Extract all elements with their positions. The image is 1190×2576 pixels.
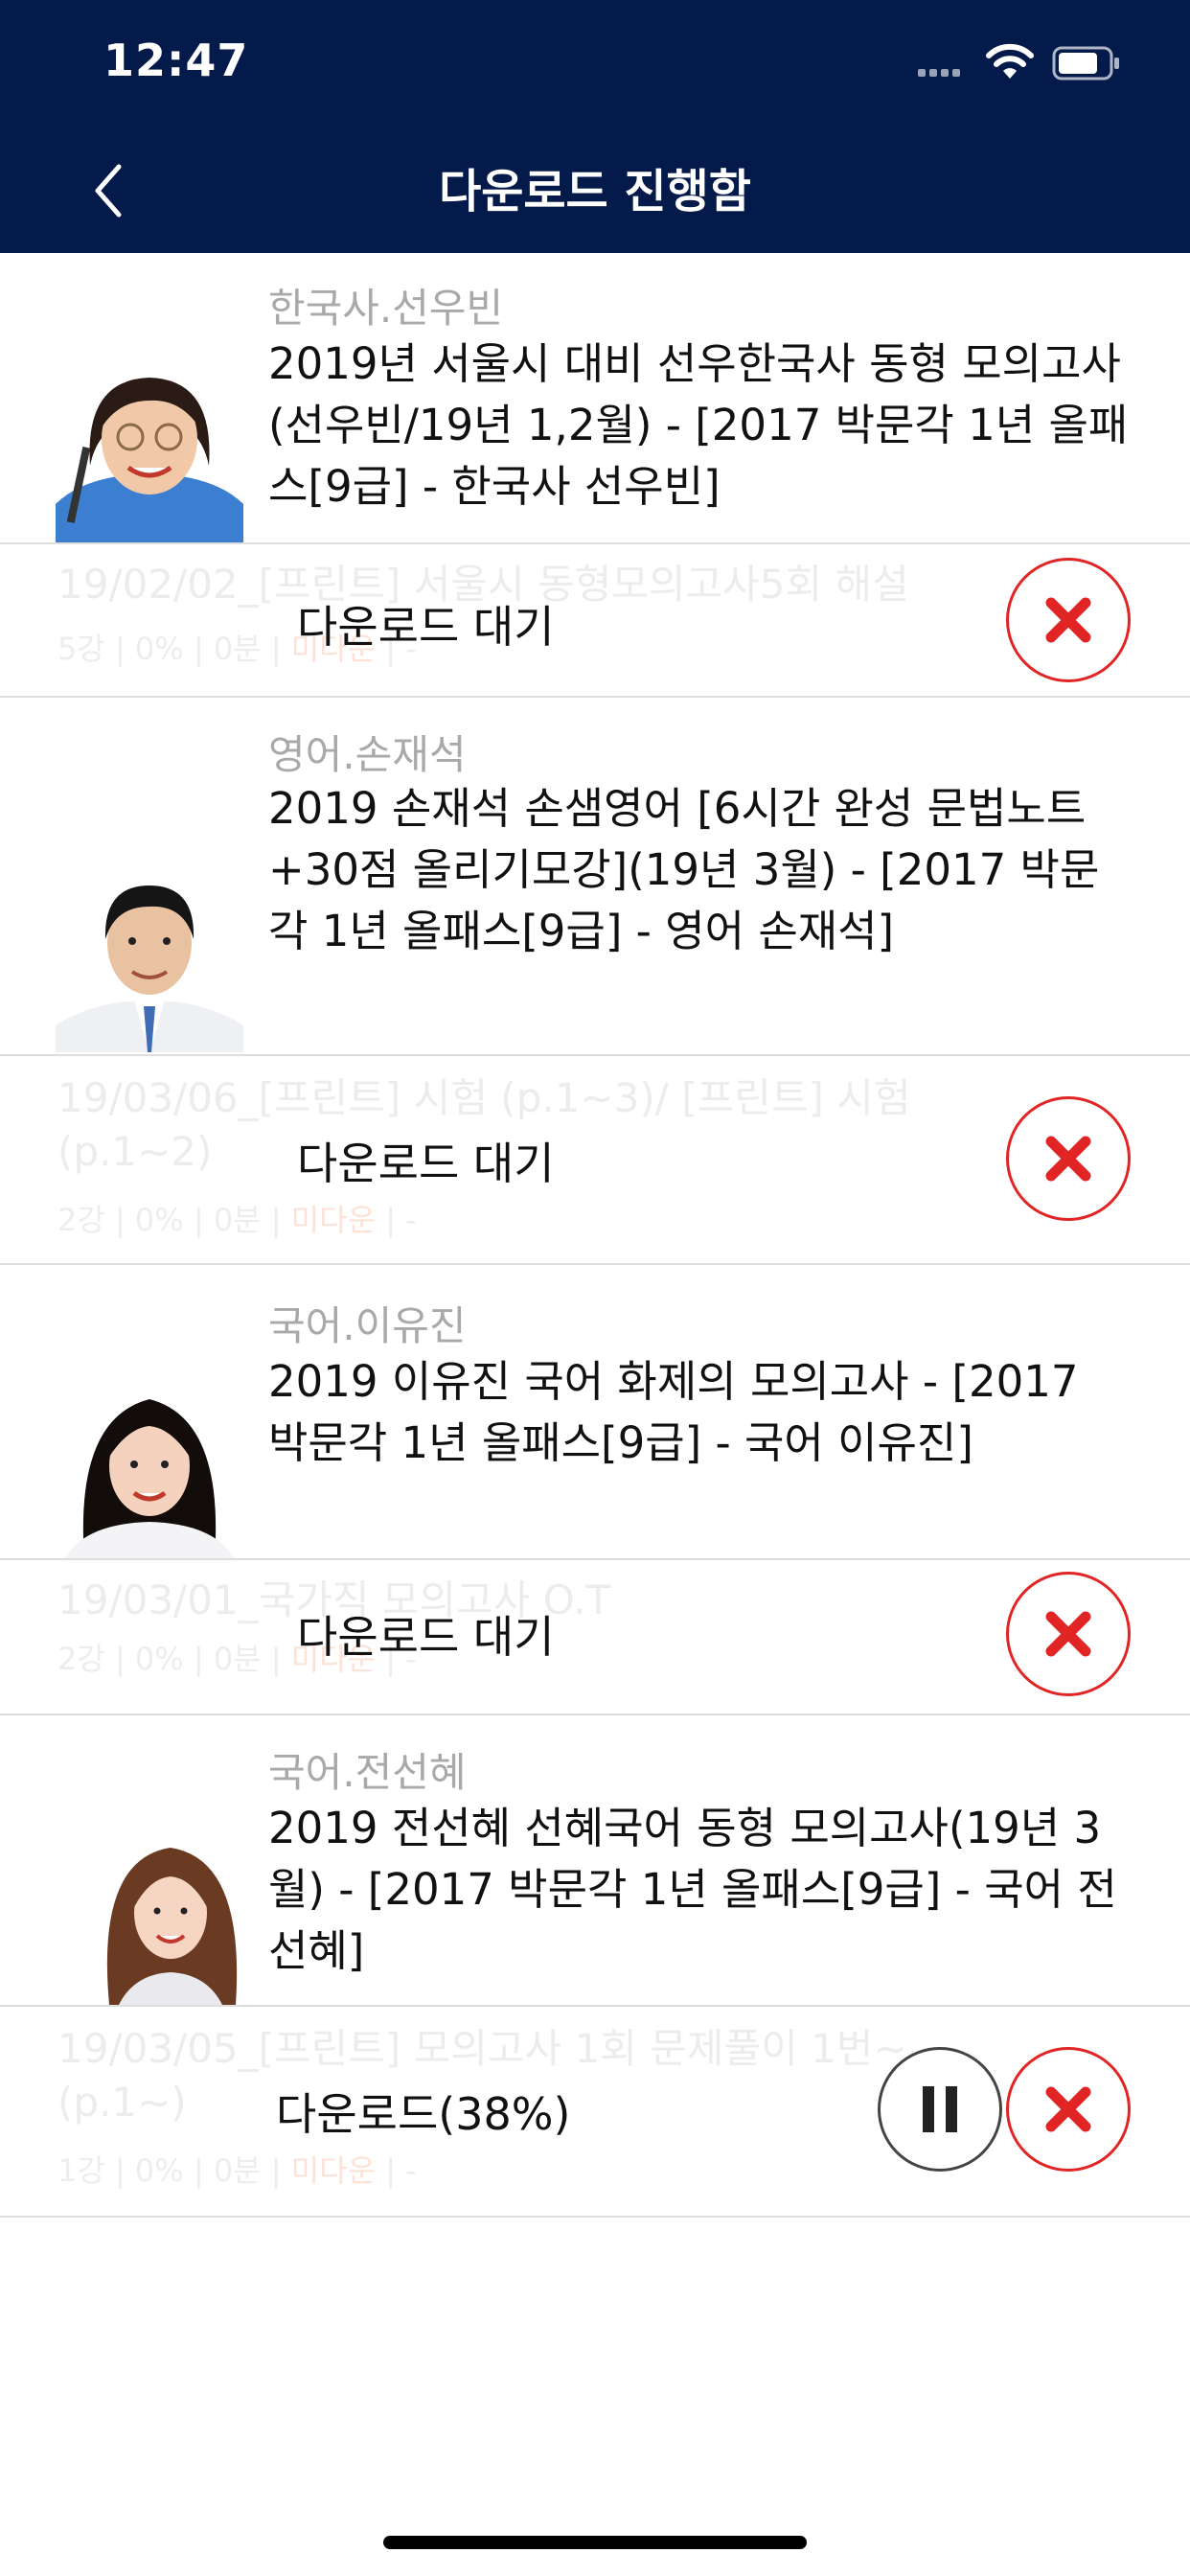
teacher-avatar bbox=[56, 1361, 243, 1558]
download-item: 19/03/01_국가직 모의고사 O.T 2강 | 0% | 0분 | 미다운… bbox=[0, 1558, 1190, 1714]
download-status: 다운로드 대기 bbox=[297, 1138, 555, 1189]
cancel-download-button[interactable] bbox=[1006, 2047, 1131, 2172]
lesson-download-state: 미다운 bbox=[290, 2152, 377, 2189]
close-icon bbox=[1045, 2086, 1091, 2132]
teacher-avatar bbox=[56, 351, 243, 542]
navigation-header: 12:47 다운로드 진행함 bbox=[0, 0, 1190, 253]
lesson-meta: 2강 | 0% | 0분 | 미다운 | - bbox=[57, 1196, 417, 1240]
lecture-header: 국어.이유진 2019 이유진 국어 화제의 모의고사 - [2017 박문각 … bbox=[0, 1265, 1190, 1558]
cancel-download-button[interactable] bbox=[1006, 1572, 1131, 1696]
lesson-meta-tail: | - bbox=[376, 2152, 417, 2189]
lesson-meta-info: 1강 | 0% | 0분 | bbox=[57, 2152, 291, 2189]
cancel-download-button[interactable] bbox=[1006, 558, 1131, 682]
page-title: 다운로드 진행함 bbox=[439, 165, 751, 218]
download-list: 한국사.선우빈 2019년 서울시 대비 선우한국사 동형 모의고사(선우빈/1… bbox=[0, 253, 1190, 2218]
cellular-signal-icon bbox=[918, 69, 972, 80]
lecture-group: 국어.이유진 2019 이유진 국어 화제의 모의고사 - [2017 박문각 … bbox=[0, 1263, 1190, 1714]
download-item: 19/03/05_[프린트] 모의고사 1회 문제풀이 1번~ (p.1~) 1… bbox=[0, 2005, 1190, 2218]
pause-icon bbox=[923, 2086, 957, 2132]
lecture-group: 영어.손재석 2019 손재석 손샘영어 [6시간 완성 문법노트+30점 올리… bbox=[0, 696, 1190, 1263]
cancel-download-button[interactable] bbox=[1006, 1096, 1131, 1221]
wifi-icon bbox=[986, 43, 1034, 79]
download-item: 19/03/06_[프린트] 시험 (p.1~3)/ [프린트] 시험 (p.1… bbox=[0, 1054, 1190, 1263]
teacher-avatar bbox=[96, 1821, 243, 2005]
status-time: 12:47 bbox=[103, 34, 249, 86]
teacher-name: 한국사.선우빈 bbox=[268, 285, 504, 332]
close-icon bbox=[1045, 1611, 1091, 1657]
lesson-meta-info: 2강 | 0% | 0분 | bbox=[57, 1202, 291, 1238]
lecture-group: 국어.전선혜 2019 전선혜 선혜국어 동형 모의고사(19년 3월) - [… bbox=[0, 1714, 1190, 2218]
lecture-header: 국어.전선혜 2019 전선혜 선혜국어 동형 모의고사(19년 3월) - [… bbox=[0, 1715, 1190, 2005]
home-indicator[interactable] bbox=[383, 2536, 807, 2549]
lesson-meta-info: 5강 | 0% | 0분 | bbox=[57, 631, 291, 667]
lecture-group: 한국사.선우빈 2019년 서울시 대비 선우한국사 동형 모의고사(선우빈/1… bbox=[0, 253, 1190, 696]
lesson-meta: 1강 | 0% | 0분 | 미다운 | - bbox=[57, 2147, 417, 2191]
course-title[interactable]: 2019 손재석 손샘영어 [6시간 완성 문법노트+30점 올리기모강](19… bbox=[268, 778, 1131, 962]
teacher-name: 국어.전선혜 bbox=[268, 1749, 467, 1796]
teacher-name: 영어.손재석 bbox=[268, 731, 467, 778]
lesson-download-state: 미다운 bbox=[290, 1202, 377, 1238]
lesson-meta-tail: | - bbox=[376, 1202, 417, 1238]
close-icon bbox=[1045, 1136, 1091, 1182]
lesson-meta-info: 2강 | 0% | 0분 | bbox=[57, 1641, 291, 1677]
download-status: 다운로드 대기 bbox=[297, 1611, 555, 1663]
close-icon bbox=[1045, 597, 1091, 643]
download-status: 다운로드(38%) bbox=[276, 2088, 571, 2140]
pause-download-button[interactable] bbox=[878, 2047, 1002, 2172]
lecture-header: 영어.손재석 2019 손재석 손샘영어 [6시간 완성 문법노트+30점 올리… bbox=[0, 698, 1190, 1054]
battery-icon bbox=[1052, 46, 1119, 80]
teacher-name: 국어.이유진 bbox=[268, 1302, 467, 1349]
download-item: 19/02/02_[프린트] 서울시 동형모의고사5회 해설 5강 | 0% |… bbox=[0, 542, 1190, 696]
course-title[interactable]: 2019년 서울시 대비 선우한국사 동형 모의고사(선우빈/19년 1,2월)… bbox=[268, 334, 1131, 518]
teacher-avatar bbox=[56, 847, 243, 1052]
download-status: 다운로드 대기 bbox=[297, 601, 555, 653]
course-title[interactable]: 2019 전선혜 선혜국어 동형 모의고사(19년 3월) - [2017 박문… bbox=[268, 1798, 1131, 1982]
course-title[interactable]: 2019 이유진 국어 화제의 모의고사 - [2017 박문각 1년 올패스[… bbox=[268, 1351, 1131, 1474]
lecture-header: 한국사.선우빈 2019년 서울시 대비 선우한국사 동형 모의고사(선우빈/1… bbox=[0, 253, 1190, 542]
